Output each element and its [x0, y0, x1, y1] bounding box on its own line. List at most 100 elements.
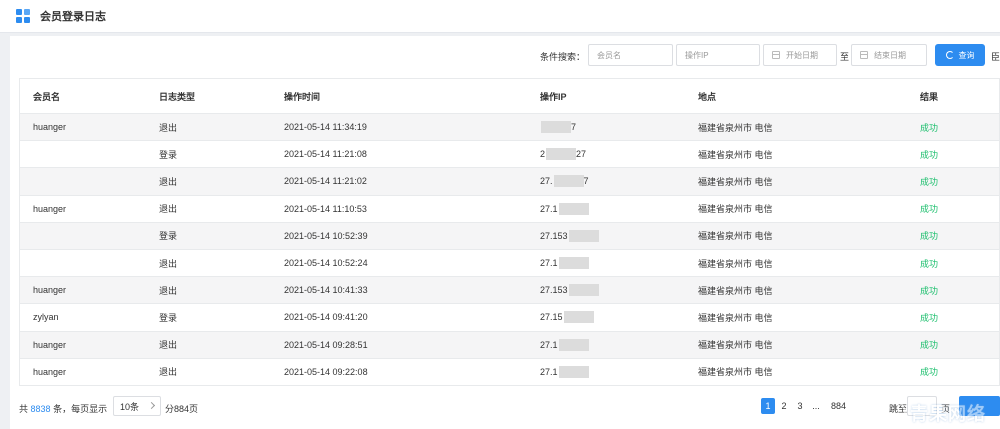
- cell-ip: 27. 7: [540, 168, 589, 194]
- page-button[interactable]: 1: [761, 398, 775, 414]
- cell-result: 成功: [920, 122, 939, 133]
- total-count: 8838: [30, 404, 51, 414]
- cell-result: 成功: [920, 367, 939, 378]
- table-row: zylyan 登录 2021-05-14 09:41:20 27.15 福建省泉州市 电…: [20, 304, 999, 332]
- truncated-label: 臣: [991, 52, 1000, 62]
- redaction-mask: [541, 121, 571, 134]
- cell-result: 成功: [920, 231, 939, 242]
- search-bar: 条件搜索： 会员名 操作IP 开始日期 至 结束日期 查询 臣: [10, 44, 1000, 68]
- cell-ip: 2 27: [540, 141, 586, 167]
- cell-member: huanger: [33, 339, 67, 350]
- cell-member: zylyan: [33, 312, 59, 323]
- table-row: huanger 退出 2021-05-14 10:41:33 27.153 福建省泉州市…: [20, 277, 999, 305]
- table-row: huanger 退出 2021-05-14 09:28:51 27.1 福建省泉州市 电…: [20, 331, 999, 359]
- table-row: 退出 2021-05-14 10:52:24 27.1 福建省泉州市 电信 成功: [20, 250, 999, 278]
- start-date-input[interactable]: 开始日期: [763, 44, 837, 66]
- ip-visible-prefix: 27.1: [540, 339, 558, 350]
- end-date-placeholder: 结束日期: [874, 50, 906, 60]
- cell-time: 2021-05-14 11:21:02: [284, 176, 367, 187]
- cell-member: huanger: [33, 285, 67, 296]
- redaction-mask: [558, 202, 589, 215]
- cell-time: 2021-05-14 09:22:08: [284, 366, 368, 377]
- cell-type: 登录: [159, 231, 178, 242]
- cell-result: 成功: [920, 258, 939, 269]
- cell-type: 登录: [159, 149, 178, 160]
- table-header: 会员名 日志类型 操作时间 操作IP 地点 结果: [20, 79, 999, 114]
- column-header-result: 结果: [920, 91, 939, 102]
- cell-location: 福建省泉州市 电信: [698, 367, 773, 378]
- ip-placeholder: 操作IP: [685, 50, 709, 60]
- redaction-mask: [558, 365, 589, 378]
- cell-member: huanger: [33, 122, 67, 133]
- cell-ip: 27.153: [540, 223, 599, 249]
- calendar-icon: [772, 51, 780, 59]
- cell-result: 成功: [920, 149, 939, 160]
- cell-location: 福建省泉州市 电信: [698, 149, 773, 160]
- cell-ip: 27.15: [540, 304, 594, 330]
- ip-visible-suffix: 7: [571, 122, 577, 133]
- page-size-select[interactable]: 10条: [113, 396, 161, 416]
- cell-type: 退出: [159, 258, 178, 269]
- loading-icon: [945, 51, 954, 59]
- redaction-mask: [558, 257, 589, 270]
- table-row: 登录 2021-05-14 11:21:08 2 27 福建省泉州市 电信 成功: [20, 141, 999, 169]
- page-title: 会员登录日志: [40, 11, 106, 23]
- cell-location: 福建省泉州市 电信: [698, 122, 773, 133]
- cell-member: huanger: [33, 366, 67, 377]
- query-button[interactable]: 查询: [935, 44, 985, 66]
- watermark-logo-icon: [880, 399, 906, 426]
- pagination: 共 8838 条，每页显示 10条 分884页 1 2 3 ... 884 跳至…: [19, 396, 1000, 420]
- ip-visible-suffix: 7: [583, 176, 589, 187]
- app-grid-icon: [16, 9, 30, 23]
- cell-member: huanger: [33, 203, 67, 214]
- ip-visible-prefix: 27.1: [540, 258, 558, 269]
- cell-location: 福建省泉州市 电信: [698, 231, 773, 242]
- cell-location: 福建省泉州市 电信: [698, 340, 773, 351]
- cell-result: 成功: [920, 176, 939, 187]
- ip-visible-prefix: 27.153: [540, 230, 568, 241]
- cell-ip: 7: [540, 114, 576, 140]
- redaction-mask: [568, 284, 599, 297]
- cell-ip: 27.1: [540, 332, 589, 358]
- cell-result: 成功: [920, 204, 939, 215]
- ip-visible-prefix: 27.1: [540, 366, 558, 377]
- cell-location: 福建省泉州市 电信: [698, 176, 773, 187]
- cell-location: 福建省泉州市 电信: [698, 285, 773, 296]
- redaction-mask: [546, 148, 577, 161]
- cell-location: 福建省泉州市 电信: [698, 204, 773, 215]
- watermark: 青果网络: [880, 396, 1000, 429]
- page-ellipsis[interactable]: ...: [809, 398, 823, 414]
- page-button[interactable]: 2: [777, 398, 791, 414]
- member-name-input[interactable]: 会员名: [588, 44, 673, 66]
- cell-ip: 27.1: [540, 359, 589, 385]
- cell-type: 登录: [159, 312, 178, 323]
- ip-input[interactable]: 操作IP: [676, 44, 760, 66]
- cell-type: 退出: [159, 367, 178, 378]
- page-button[interactable]: 3: [793, 398, 807, 414]
- watermark-text: 青果网络: [910, 403, 986, 424]
- column-header-time: 操作时间: [284, 91, 321, 102]
- table-body: huanger 退出 2021-05-14 11:34:19 7 福建省泉州市 电信 成功…: [20, 114, 999, 385]
- redaction-mask: [568, 229, 599, 242]
- cell-ip: 27.1: [540, 196, 589, 222]
- redaction-mask: [553, 175, 584, 188]
- end-date-input[interactable]: 结束日期: [851, 44, 927, 66]
- cell-time: 2021-05-14 11:21:08: [284, 149, 367, 160]
- column-header-type: 日志类型: [159, 91, 196, 102]
- content-panel: 条件搜索： 会员名 操作IP 开始日期 至 结束日期 查询 臣 会员名 日志类型…: [10, 36, 1000, 429]
- redaction-mask: [563, 311, 594, 324]
- cell-type: 退出: [159, 122, 178, 133]
- cell-result: 成功: [920, 312, 939, 323]
- page-button[interactable]: 884: [831, 398, 846, 414]
- ip-visible-prefix: 27.15: [540, 312, 563, 323]
- redaction-mask: [558, 338, 589, 351]
- table-row: huanger 退出 2021-05-14 11:34:19 7 福建省泉州市 电信 成功: [20, 114, 999, 142]
- cell-time: 2021-05-14 10:41:33: [284, 285, 368, 296]
- cell-type: 退出: [159, 340, 178, 351]
- page-count-text: 分884页: [165, 404, 199, 414]
- cell-type: 退出: [159, 204, 178, 215]
- cell-result: 成功: [920, 285, 939, 296]
- table-row: huanger 退出 2021-05-14 11:10:53 27.1 福建省泉州市 电…: [20, 196, 999, 223]
- ip-visible-prefix: 2: [540, 149, 546, 160]
- member-name-placeholder: 会员名: [597, 50, 621, 60]
